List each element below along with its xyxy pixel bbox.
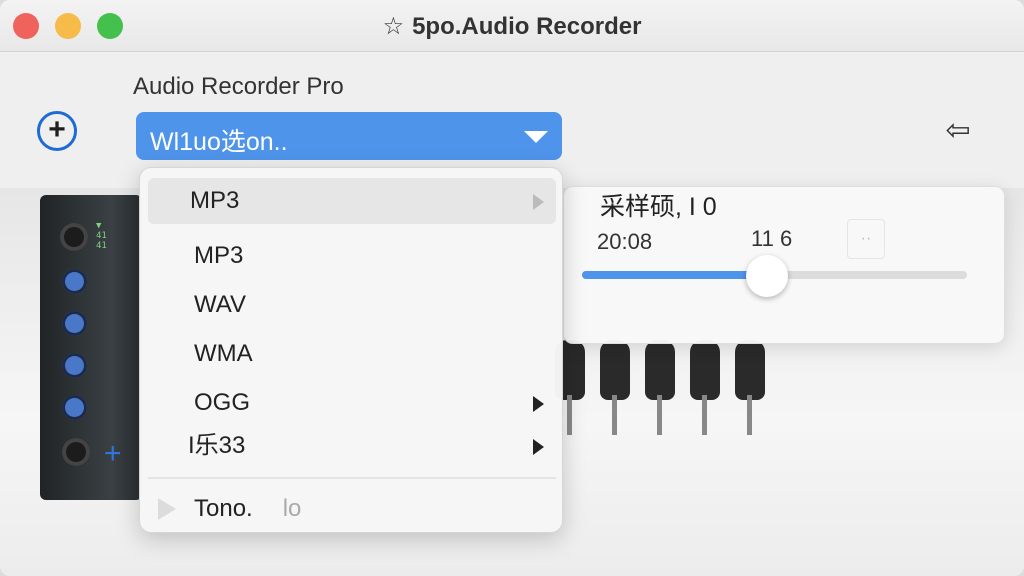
sample-rate-value: 11 6 [751,226,793,251]
slider-thumb[interactable] [745,255,788,297]
star-icon: ☆ [382,13,405,40]
audio-jack-icon [62,438,90,466]
plug-icon [645,340,675,400]
slider-fill [582,271,767,279]
format-select-value: Wl1uo选on.. [150,128,288,156]
menu-item-label: WMA [194,340,253,367]
plug-pin [567,395,572,435]
plug-pin [747,395,752,435]
recording-time: 20:08 [597,229,653,254]
chevron-right-icon [533,194,544,210]
plus-icon: + [104,437,122,470]
knob-icon [62,311,87,336]
plug-pin [612,395,617,435]
sample-rate-panel: 采样硕, I 0 20:08 11 6 ·· [563,186,1005,344]
plug-icon [735,340,765,400]
panel-more-button[interactable]: ·· [847,219,885,259]
led-indicator: ▼ 41 41 [96,221,107,251]
plus-circle-icon[interactable]: + [37,111,77,151]
play-icon [158,498,176,520]
menu-item-label: MP3 [194,242,244,269]
menu-item-mp3[interactable]: MP3 [148,178,556,224]
menu-item-mp3-alt[interactable]: MP3 [148,233,556,279]
format-select[interactable]: Wl1uo选on.. [136,112,562,160]
menu-item-label: I乐33 [188,432,246,459]
plug-pin [657,395,662,435]
menu-item-label: WAV [194,291,246,318]
plug-pin [702,395,707,435]
footer-suffix: lo [282,495,302,522]
menu-item-ogg[interactable]: OGG [148,380,556,426]
chevron-down-icon [524,131,548,143]
menu-item-wav[interactable]: WAV [148,282,556,328]
window-title: ☆ 5po.Audio Recorder [0,12,1024,41]
menu-divider [148,477,556,479]
footer-label: Tono. [194,495,253,522]
audio-jack-icon [60,223,88,251]
chevron-right-icon [533,396,544,412]
window-title-text: 5po.Audio Recorder [412,13,642,40]
knob-icon [62,269,87,294]
menu-item-label: MP3 [190,187,240,214]
app-label: Audio Recorder Pro [133,73,344,100]
app-window: ☆ 5po.Audio Recorder Audio Recorder Pro +… [0,0,1024,576]
plug-icon [600,340,630,400]
knob-icon [62,395,87,420]
back-arrow-icon[interactable]: ⇦ [938,111,978,151]
cable-plugs [555,340,785,440]
menu-footer-item[interactable]: Tono. lo [148,486,556,532]
audio-interface-device: ▼ 41 41 [40,195,142,500]
knob-icon [62,353,87,378]
menu-item-other[interactable]: I乐33 [148,423,556,469]
chevron-right-icon [533,439,544,455]
sample-rate-title: 采样硕, I 0 [600,193,717,221]
menu-item-label: OGG [194,389,251,416]
title-bar: ☆ 5po.Audio Recorder [0,0,1024,52]
format-dropdown-menu: MP3 MP3 WAV WMA OGG I乐33 Tono. lo [139,167,563,533]
menu-item-wma[interactable]: WMA [148,331,556,377]
plug-icon [690,340,720,400]
